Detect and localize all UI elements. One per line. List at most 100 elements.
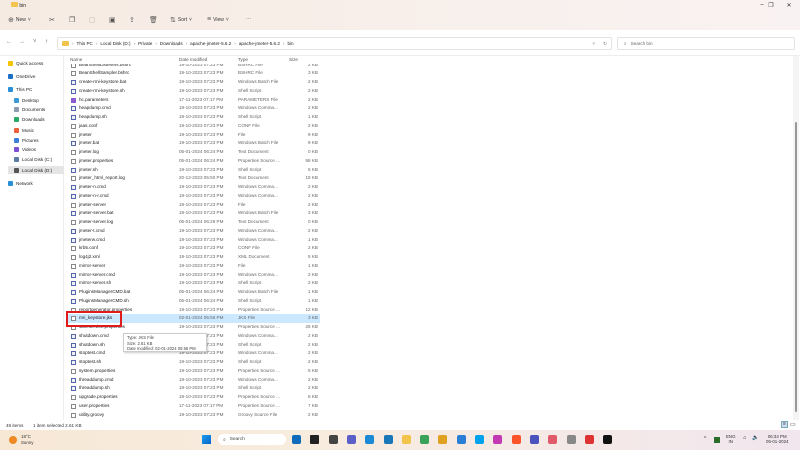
- file-row[interactable]: threaddump.sh 19-10-2023 07:23 PM Shell …: [66, 384, 320, 393]
- sidebar-item-this-pc[interactable]: This PC: [8, 85, 64, 93]
- taskbar-app-icon[interactable]: [603, 435, 613, 444]
- new-button[interactable]: ⊕ New ˅: [8, 16, 31, 24]
- view-button[interactable]: ≡ View ˅: [207, 16, 229, 23]
- rename-button[interactable]: ▣: [109, 16, 116, 24]
- taskbar-app-icon[interactable]: [529, 435, 539, 444]
- file-row[interactable]: jmeter-server.bat 19-10-2023 07:23 PM Wi…: [66, 209, 320, 218]
- taskbar-app-icon[interactable]: [475, 435, 484, 444]
- paste-button[interactable]: ▢: [89, 16, 96, 24]
- taskbar-app-icon[interactable]: [401, 435, 411, 444]
- breadcrumb-item[interactable]: This PC: [77, 41, 93, 46]
- taskbar-app-icon[interactable]: [310, 435, 320, 444]
- taskbar-search[interactable]: ⌕ Search: [218, 434, 286, 445]
- tiles-view-icon[interactable]: ▭: [790, 421, 796, 428]
- clock[interactable]: 06:34 PM 05-01-2024: [766, 434, 788, 444]
- cut-button[interactable]: ✂: [49, 16, 55, 24]
- volume-icon[interactable]: 🔈: [752, 435, 759, 441]
- taskbar-app-icon[interactable]: [548, 435, 558, 444]
- back-button[interactable]: ←: [6, 39, 12, 45]
- file-row[interactable]: utility.groovy 19-10-2023 07:23 PM Groov…: [66, 411, 320, 420]
- file-row[interactable]: jmeter.log 05-01-2024 06:24 PM Text Docu…: [66, 148, 320, 157]
- sort-button[interactable]: ⇅ Sort ˅: [170, 16, 192, 24]
- file-row[interactable]: create-rmi-keystore.bat 19-10-2023 07:23…: [66, 78, 320, 87]
- taskbar-app-icon[interactable]: [566, 435, 576, 444]
- refresh-icon[interactable]: ↻: [603, 41, 607, 47]
- file-row[interactable]: log4j2.xml 19-10-2023 07:23 PM XML Docum…: [66, 253, 320, 262]
- file-row[interactable]: jmeter.bat 19-10-2023 07:23 PM Windows B…: [66, 139, 320, 148]
- language-indicator[interactable]: ENG IN: [726, 434, 736, 444]
- sidebar-item-videos[interactable]: Videos: [14, 145, 70, 153]
- file-row[interactable]: krb5.conf 19-10-2023 07:23 PM CONF File …: [66, 244, 320, 253]
- taskbar-app-icon[interactable]: [346, 435, 356, 444]
- breadcrumb-item[interactable]: Private: [138, 41, 152, 46]
- file-row[interactable]: mirror-server.cmd 19-10-2023 07:23 PM Wi…: [66, 271, 320, 280]
- taskbar-app-icon[interactable]: [292, 435, 301, 444]
- sidebar-item-onedrive[interactable]: OneDrive: [8, 72, 64, 80]
- file-row[interactable]: mirror-server 19-10-2023 07:23 PM File 1…: [66, 262, 320, 271]
- delete-button[interactable]: 🗑: [149, 16, 158, 24]
- breadcrumb-item[interactable]: apache-jmeter-5.6.2: [190, 41, 231, 46]
- weather-icon[interactable]: [9, 436, 17, 444]
- column-date[interactable]: Date modified: [179, 57, 207, 62]
- sidebar-item-downloads[interactable]: Downloads: [14, 115, 70, 123]
- recent-button[interactable]: ˅: [33, 39, 37, 45]
- sidebar-item-quick-access[interactable]: Quick access: [8, 59, 64, 67]
- sidebar-item-local-disk-d[interactable]: Local Disk (D:): [8, 166, 64, 174]
- taskbar-app-icon[interactable]: [456, 435, 466, 444]
- breadcrumb-item[interactable]: Downloads: [160, 41, 183, 46]
- file-row[interactable]: PluginsManagerCMD.sh 05-01-2024 06:24 PM…: [66, 297, 320, 306]
- taskbar-app-icon[interactable]: [383, 435, 393, 444]
- file-row[interactable]: create-rmi-keystore.sh 19-10-2023 07:23 …: [66, 87, 320, 96]
- more-button[interactable]: ···: [246, 16, 251, 22]
- file-row[interactable]: jmeter 19-10-2023 07:23 PM File 9 KB: [66, 131, 320, 140]
- restore-button[interactable]: ❐: [764, 2, 778, 9]
- file-row[interactable]: PluginsManagerCMD.bat 05-01-2024 06:24 P…: [66, 288, 320, 297]
- taskbar-app-icon[interactable]: [493, 435, 503, 444]
- file-row[interactable]: upgrade.properties 19-10-2023 07:23 PM P…: [66, 393, 320, 402]
- file-row[interactable]: BeanShellSampler.bshrc 19-10-2023 07:23 …: [66, 69, 320, 78]
- breadcrumb-item[interactable]: bin: [287, 41, 293, 46]
- column-type[interactable]: Type: [238, 57, 248, 62]
- column-size[interactable]: Size: [289, 57, 298, 62]
- share-button[interactable]: ⇪: [129, 16, 135, 24]
- taskbar-app-icon[interactable]: [438, 435, 448, 444]
- forward-button[interactable]: →: [19, 39, 25, 45]
- file-row[interactable]: jmeter.properties 05-01-2024 06:24 PM Pr…: [66, 157, 320, 166]
- file-row[interactable]: stoptest.sh 19-10-2023 07:23 PM Shell Sc…: [66, 358, 320, 367]
- tray-chevron-icon[interactable]: ^: [704, 437, 706, 442]
- column-name[interactable]: Name: [70, 57, 82, 62]
- sidebar-item-network[interactable]: Network: [8, 179, 64, 187]
- breadcrumb-item[interactable]: apache-jmeter-5.6.2: [239, 41, 280, 46]
- sidebar-item-local-disk-c[interactable]: Local Disk (C:): [14, 155, 70, 163]
- file-row[interactable]: jaas.conf 19-10-2023 07:23 PM CONF File …: [66, 122, 320, 131]
- file-row[interactable]: jmeterw.cmd 19-10-2023 07:23 PM Windows …: [66, 236, 320, 245]
- details-view-icon[interactable]: ≡: [781, 421, 788, 428]
- start-button[interactable]: [202, 435, 211, 444]
- file-row[interactable]: heapdump.cmd 19-10-2023 07:23 PM Windows…: [66, 104, 320, 113]
- file-row[interactable]: hc.parameters 17-11-2023 07:17 PM PARAME…: [66, 96, 320, 105]
- copy-button[interactable]: ❐: [69, 16, 75, 24]
- file-row[interactable]: jmeter.sh 19-10-2023 07:23 PM Shell Scri…: [66, 166, 320, 175]
- file-row[interactable]: jmeter-t.cmd 19-10-2023 07:23 PM Windows…: [66, 227, 320, 236]
- sidebar-item-documents[interactable]: Documents: [14, 105, 70, 113]
- sidebar-item-music[interactable]: Music: [14, 126, 70, 134]
- file-row[interactable]: mirror-server.sh 19-10-2023 07:23 PM She…: [66, 279, 320, 288]
- file-row[interactable]: jmeter-server.log 05-01-2024 06:26 PM Te…: [66, 218, 320, 227]
- weather-widget[interactable]: 18°C Sunny: [21, 434, 33, 445]
- breadcrumb-item[interactable]: Local Disk (D:): [100, 41, 130, 46]
- file-row[interactable]: system.properties 19-10-2023 07:23 PM Pr…: [66, 367, 320, 376]
- taskbar-app-icon[interactable]: [584, 435, 594, 444]
- address-dropdown-icon[interactable]: ˅: [592, 41, 595, 46]
- taskbar-app-icon[interactable]: [511, 435, 521, 444]
- network-icon[interactable]: ⌂: [743, 435, 746, 441]
- address-bar[interactable]: › This PC › Local Disk (D:) › Private › Dow…: [57, 37, 612, 50]
- search-input[interactable]: ⌕ Search bin: [617, 37, 795, 50]
- file-row[interactable]: threaddump.cmd 19-10-2023 07:23 PM Windo…: [66, 376, 320, 385]
- scrollbar-thumb[interactable]: [795, 122, 797, 412]
- file-row[interactable]: jmeter-server 19-10-2023 07:23 PM File 2…: [66, 201, 320, 210]
- tray-app-icon[interactable]: [714, 437, 720, 443]
- file-row[interactable]: heapdump.sh 19-10-2023 07:23 PM Shell Sc…: [66, 113, 320, 122]
- file-row[interactable]: jmeter-n-r.cmd 19-10-2023 07:23 PM Windo…: [66, 192, 320, 201]
- taskbar-app-icon[interactable]: [328, 435, 338, 444]
- file-row[interactable]: jmeter_html_report.log 20-12-2023 05:50 …: [66, 174, 320, 183]
